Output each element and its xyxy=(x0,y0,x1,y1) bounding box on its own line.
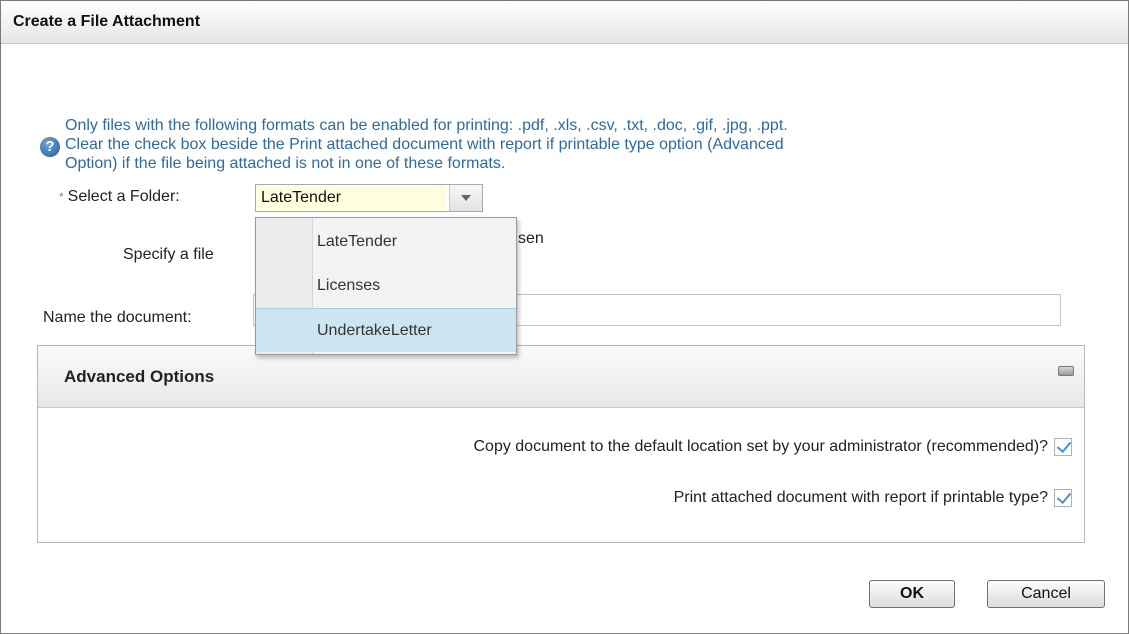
info-line-1: Only files with the following formats ca… xyxy=(65,117,788,134)
collapse-icon[interactable] xyxy=(1058,366,1074,376)
info-message: Only files with the following formats ca… xyxy=(65,116,1095,173)
copy-default-location-row: Copy document to the default location se… xyxy=(473,438,1072,456)
cancel-button[interactable]: Cancel xyxy=(987,580,1105,608)
chevron-down-icon[interactable] xyxy=(449,185,482,211)
folder-select[interactable]: LateTender xyxy=(255,184,483,212)
advanced-options-header[interactable]: Advanced Options xyxy=(38,346,1084,408)
folder-option-undertakeletter[interactable]: UndertakeLetter xyxy=(256,308,516,352)
advanced-options-panel: Advanced Options Copy document to the de… xyxy=(37,345,1085,543)
dialog-titlebar: Create a File Attachment xyxy=(1,1,1128,44)
info-line-2: Clear the check box beside the Print att… xyxy=(65,136,784,153)
document-name-label: Name the document: xyxy=(43,309,192,326)
file-attachment-dialog: Create a File Attachment ? Only files wi… xyxy=(0,0,1129,634)
file-status-text: sen xyxy=(518,230,544,247)
print-with-report-label: Print attached document with report if p… xyxy=(673,489,1048,506)
advanced-options-title: Advanced Options xyxy=(64,367,215,386)
required-star-icon: * xyxy=(59,190,64,204)
copy-default-location-label: Copy document to the default location se… xyxy=(473,438,1048,455)
folder-option-latetender[interactable]: LateTender xyxy=(256,220,516,264)
folder-label: Select a Folder: xyxy=(67,188,180,205)
folder-select-value: LateTender xyxy=(256,185,446,211)
folder-dropdown-list: LateTender Licenses UndertakeLetter xyxy=(255,217,517,355)
folder-label-row: * Select a Folder: xyxy=(59,188,180,206)
print-with-report-checkbox[interactable] xyxy=(1054,489,1072,507)
dialog-title: Create a File Attachment xyxy=(13,13,201,30)
folder-option-licenses[interactable]: Licenses xyxy=(256,264,516,308)
specify-file-label: Specify a file xyxy=(123,246,214,263)
copy-default-location-checkbox[interactable] xyxy=(1054,438,1072,456)
help-question-icon: ? xyxy=(40,137,60,157)
ok-button[interactable]: OK xyxy=(869,580,955,608)
print-with-report-row: Print attached document with report if p… xyxy=(674,489,1072,507)
info-line-3: Option) if the file being attached is no… xyxy=(65,155,506,172)
